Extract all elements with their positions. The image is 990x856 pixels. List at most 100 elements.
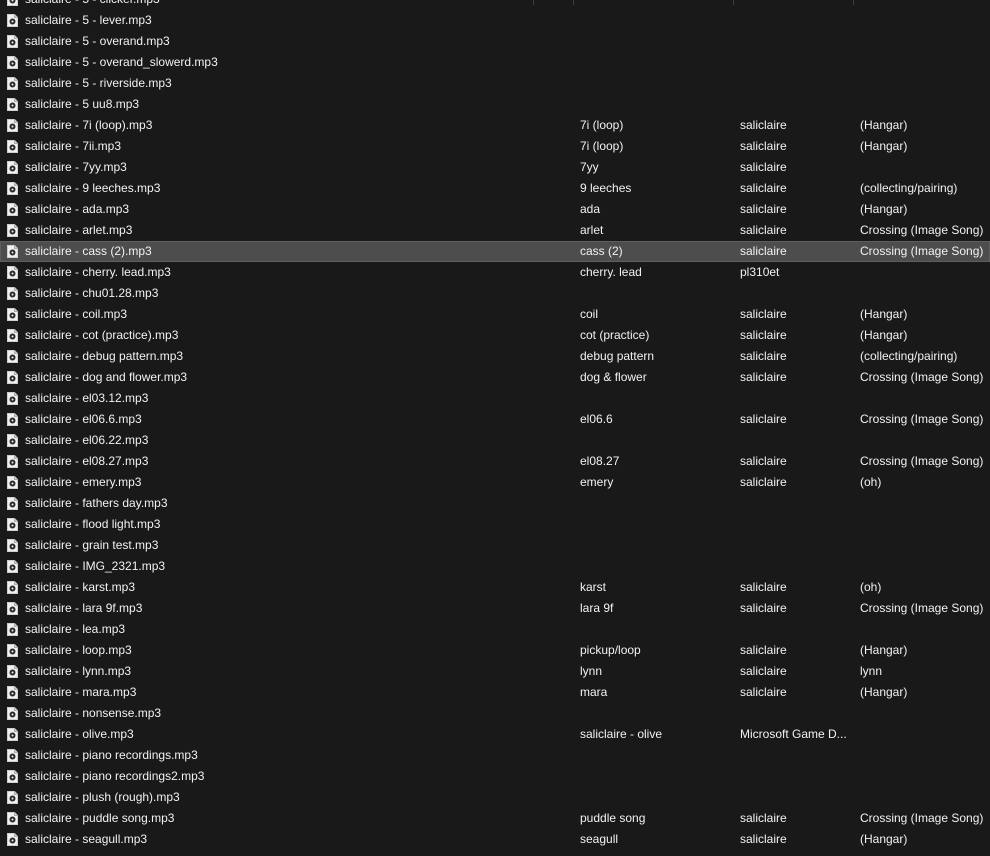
file-artist: saliclaire bbox=[740, 643, 787, 657]
file-name: saliclaire - grain test.mp3 bbox=[25, 538, 159, 552]
file-row[interactable]: saliclaire - grain test.mp3 bbox=[0, 535, 990, 556]
file-title: pickup/loop bbox=[580, 643, 641, 657]
file-artist: saliclaire bbox=[740, 139, 787, 153]
file-name: saliclaire - ada.mp3 bbox=[25, 202, 130, 216]
file-row[interactable]: saliclaire - 5 - lever.mp3 bbox=[0, 10, 990, 31]
file-artist: saliclaire bbox=[740, 223, 787, 237]
file-name: saliclaire - el08.27.mp3 bbox=[25, 454, 149, 468]
file-album: (Hangar) bbox=[860, 832, 908, 846]
file-row[interactable]: saliclaire - flood light.mp3 bbox=[0, 514, 990, 535]
file-row[interactable]: saliclaire - 7ii.mp3 7i (loop) saliclair… bbox=[0, 136, 990, 157]
file-row[interactable]: saliclaire - 5 - clicker.mp3 bbox=[0, 0, 990, 10]
audio-file-icon bbox=[7, 707, 18, 720]
file-name: saliclaire - IMG_2321.mp3 bbox=[25, 559, 166, 573]
file-name: saliclaire - karst.mp3 bbox=[25, 580, 136, 594]
file-name: saliclaire - chu01.28.mp3 bbox=[25, 286, 159, 300]
file-album: (Hangar) bbox=[860, 643, 908, 657]
file-artist: saliclaire bbox=[740, 244, 787, 258]
file-row[interactable]: saliclaire - 5 - overand.mp3 bbox=[0, 31, 990, 52]
file-row[interactable]: saliclaire - nonsense.mp3 bbox=[0, 703, 990, 724]
audio-file-icon bbox=[7, 770, 18, 783]
file-row[interactable]: saliclaire - debug pattern.mp3 debug pat… bbox=[0, 346, 990, 367]
file-artist: saliclaire bbox=[740, 307, 787, 321]
file-row[interactable]: saliclaire - el08.27.mp3 el08.27 salicla… bbox=[0, 451, 990, 472]
file-title: emery bbox=[580, 475, 614, 489]
file-row[interactable]: saliclaire - emery.mp3 emery saliclaire … bbox=[0, 472, 990, 493]
file-row[interactable]: saliclaire - piano recordings2.mp3 bbox=[0, 766, 990, 787]
file-title: lynn bbox=[580, 664, 603, 678]
file-list[interactable]: saliclaire - 5 - clicker.mp3 saliclaire … bbox=[0, 0, 990, 850]
file-row[interactable]: saliclaire - piano recordings.mp3 bbox=[0, 745, 990, 766]
file-row[interactable]: saliclaire - 9 leeches.mp3 9 leeches sal… bbox=[0, 178, 990, 199]
audio-file-icon bbox=[7, 833, 18, 846]
file-artist: saliclaire bbox=[740, 475, 787, 489]
file-name: saliclaire - cass (2).mp3 bbox=[25, 244, 152, 258]
file-title: el06.6 bbox=[580, 412, 613, 426]
audio-file-icon bbox=[7, 287, 18, 300]
file-row[interactable]: saliclaire - 5 uu8.mp3 bbox=[0, 94, 990, 115]
file-row[interactable]: saliclaire - 7i (loop).mp3 7i (loop) sal… bbox=[0, 115, 990, 136]
file-title: coil bbox=[580, 307, 599, 321]
audio-file-icon bbox=[7, 644, 18, 657]
file-name: saliclaire - piano recordings2.mp3 bbox=[25, 769, 205, 783]
file-title: cass (2) bbox=[580, 244, 623, 258]
file-row[interactable]: saliclaire - cass (2).mp3 cass (2) salic… bbox=[0, 241, 990, 262]
file-title: mara bbox=[580, 685, 608, 699]
file-title: cherry. lead bbox=[580, 265, 642, 279]
file-row[interactable]: saliclaire - cot (practice).mp3 cot (pra… bbox=[0, 325, 990, 346]
file-row[interactable]: saliclaire - fathers day.mp3 bbox=[0, 493, 990, 514]
file-artist: saliclaire bbox=[740, 181, 787, 195]
file-album: Crossing (Image Song) bbox=[860, 811, 984, 825]
file-row[interactable]: saliclaire - el06.22.mp3 bbox=[0, 430, 990, 451]
file-artist: saliclaire bbox=[740, 454, 787, 468]
file-artist: saliclaire bbox=[740, 328, 787, 342]
file-row[interactable]: saliclaire - 5 - overand_slowerd.mp3 bbox=[0, 52, 990, 73]
file-title: el08.27 bbox=[580, 454, 620, 468]
file-name: saliclaire - el06.22.mp3 bbox=[25, 433, 149, 447]
audio-file-icon bbox=[7, 266, 18, 279]
file-row[interactable]: saliclaire - karst.mp3 karst saliclaire … bbox=[0, 577, 990, 598]
file-album: (collecting/pairing) bbox=[860, 181, 958, 195]
file-row[interactable]: saliclaire - arlet.mp3 arlet saliclaire … bbox=[0, 220, 990, 241]
file-title: lara 9f bbox=[580, 601, 614, 615]
audio-file-icon bbox=[7, 119, 18, 132]
file-row[interactable]: saliclaire - 7yy.mp3 7yy saliclaire bbox=[0, 157, 990, 178]
audio-file-icon bbox=[7, 0, 18, 6]
file-row[interactable]: saliclaire - el06.6.mp3 el06.6 saliclair… bbox=[0, 409, 990, 430]
file-row[interactable]: saliclaire - 5 - riverside.mp3 bbox=[0, 73, 990, 94]
file-name: saliclaire - loop.mp3 bbox=[25, 643, 132, 657]
file-row[interactable]: saliclaire - lea.mp3 bbox=[0, 619, 990, 640]
file-name: saliclaire - 7ii.mp3 bbox=[25, 139, 122, 153]
file-row[interactable]: saliclaire - loop.mp3 pickup/loop salicl… bbox=[0, 640, 990, 661]
file-row[interactable]: saliclaire - seagull.mp3 seagull salicla… bbox=[0, 829, 990, 850]
file-row[interactable]: saliclaire - plush (rough).mp3 bbox=[0, 787, 990, 808]
file-row[interactable]: saliclaire - lara 9f.mp3 lara 9f salicla… bbox=[0, 598, 990, 619]
audio-file-icon bbox=[7, 56, 18, 69]
audio-file-icon bbox=[7, 98, 18, 111]
file-row[interactable]: saliclaire - coil.mp3 coil saliclaire (H… bbox=[0, 304, 990, 325]
file-name: saliclaire - 5 - lever.mp3 bbox=[25, 13, 152, 27]
file-name: saliclaire - debug pattern.mp3 bbox=[25, 349, 184, 363]
file-name: saliclaire - el06.6.mp3 bbox=[25, 412, 142, 426]
file-artist: saliclaire bbox=[740, 685, 787, 699]
file-name: saliclaire - 5 - overand_slowerd.mp3 bbox=[25, 55, 218, 69]
audio-file-icon bbox=[7, 581, 18, 594]
file-row[interactable]: saliclaire - IMG_2321.mp3 bbox=[0, 556, 990, 577]
file-row[interactable]: saliclaire - el03.12.mp3 bbox=[0, 388, 990, 409]
file-row[interactable]: saliclaire - cherry. lead.mp3 cherry. le… bbox=[0, 262, 990, 283]
file-row[interactable]: saliclaire - mara.mp3 mara saliclaire (H… bbox=[0, 682, 990, 703]
file-row[interactable]: saliclaire - ada.mp3 ada saliclaire (Han… bbox=[0, 199, 990, 220]
file-row[interactable]: saliclaire - dog and flower.mp3 dog & fl… bbox=[0, 367, 990, 388]
file-name: saliclaire - 5 - clicker.mp3 bbox=[25, 0, 530, 10]
file-row[interactable]: saliclaire - chu01.28.mp3 bbox=[0, 283, 990, 304]
audio-file-icon bbox=[7, 791, 18, 804]
audio-file-icon bbox=[7, 245, 18, 258]
audio-file-icon bbox=[7, 308, 18, 321]
file-name: saliclaire - fathers day.mp3 bbox=[25, 496, 168, 510]
file-title: 7i (loop) bbox=[580, 139, 624, 153]
file-row[interactable]: saliclaire - lynn.mp3 lynn saliclaire ly… bbox=[0, 661, 990, 682]
file-name: saliclaire - cherry. lead.mp3 bbox=[25, 265, 171, 279]
file-title: puddle song bbox=[580, 811, 646, 825]
file-row[interactable]: saliclaire - puddle song.mp3 puddle song… bbox=[0, 808, 990, 829]
file-row[interactable]: saliclaire - olive.mp3 saliclaire - oliv… bbox=[0, 724, 990, 745]
